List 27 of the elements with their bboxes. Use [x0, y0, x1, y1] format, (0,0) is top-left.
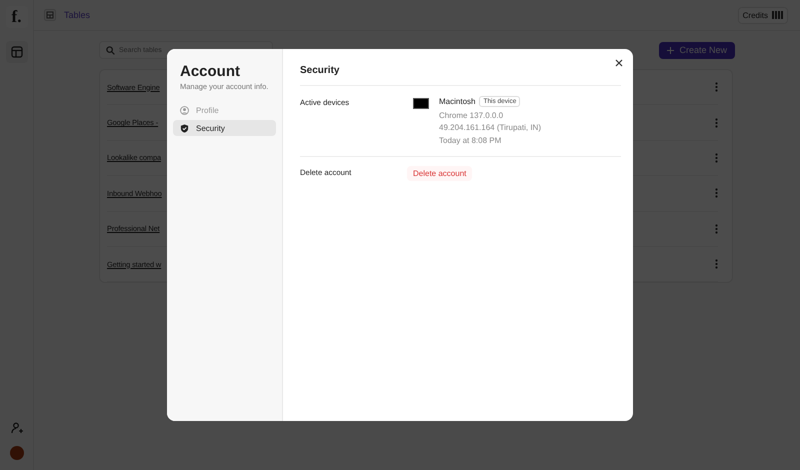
more-icon[interactable] — [715, 224, 718, 234]
more-icon[interactable] — [715, 152, 718, 163]
device-time: Today at 8:08 PM — [439, 136, 502, 145]
search-icon — [106, 46, 115, 54]
plus-icon — [667, 46, 674, 54]
avatar[interactable] — [10, 446, 24, 460]
device-browser: Chrome 137.0.0.0 — [439, 110, 504, 120]
table-icon[interactable] — [6, 41, 28, 63]
laptop-icon — [413, 98, 429, 109]
add-user-icon[interactable] — [10, 422, 22, 434]
dialog-title: Account — [179, 63, 241, 80]
section-title: Security — [300, 65, 621, 86]
more-icon[interactable] — [715, 82, 718, 92]
nav-item[interactable]: Profile — [173, 102, 276, 118]
shield-icon — [180, 124, 189, 132]
more-icon[interactable] — [715, 188, 718, 198]
nav-item[interactable]: Security — [173, 120, 276, 136]
delete-account-button[interactable]: Delete account — [407, 166, 472, 181]
close-icon[interactable] — [614, 58, 624, 68]
device-location: 49.204.161.164 (Tirupati, IN) — [439, 123, 541, 132]
bars-icon — [772, 11, 783, 19]
credits-badge[interactable]: Credits — [738, 6, 788, 24]
table-icon — [44, 9, 56, 21]
user-icon — [180, 106, 189, 114]
more-icon[interactable] — [715, 118, 718, 128]
device-name: Macintosh — [439, 97, 476, 106]
more-icon[interactable] — [715, 259, 718, 270]
